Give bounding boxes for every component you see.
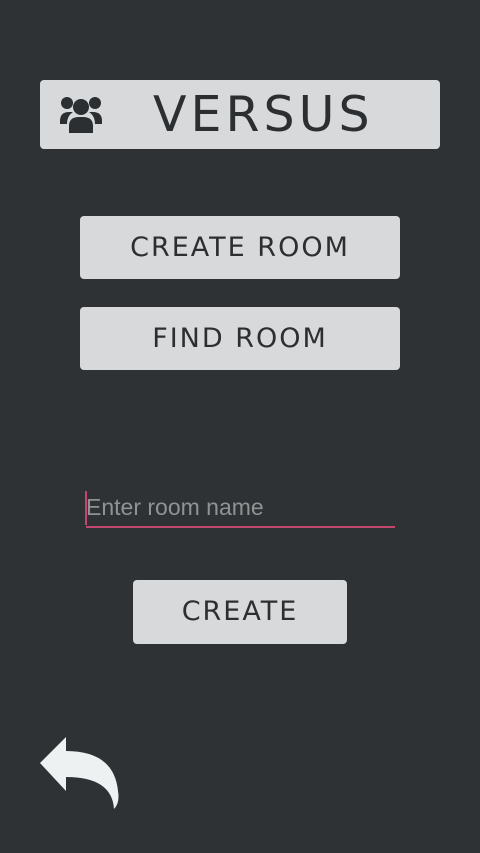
create-room-button[interactable]: CREATE ROOM	[80, 216, 400, 279]
create-button[interactable]: CREATE	[133, 580, 347, 644]
app-title: VERSUS	[153, 86, 374, 143]
back-arrow-icon	[40, 737, 119, 809]
users-group-icon	[60, 97, 102, 133]
text-cursor	[85, 491, 87, 525]
room-name-input[interactable]	[86, 490, 395, 528]
find-room-button[interactable]: FIND ROOM	[80, 307, 400, 370]
back-button[interactable]	[36, 733, 124, 813]
app-title-bar: VERSUS	[40, 80, 440, 149]
